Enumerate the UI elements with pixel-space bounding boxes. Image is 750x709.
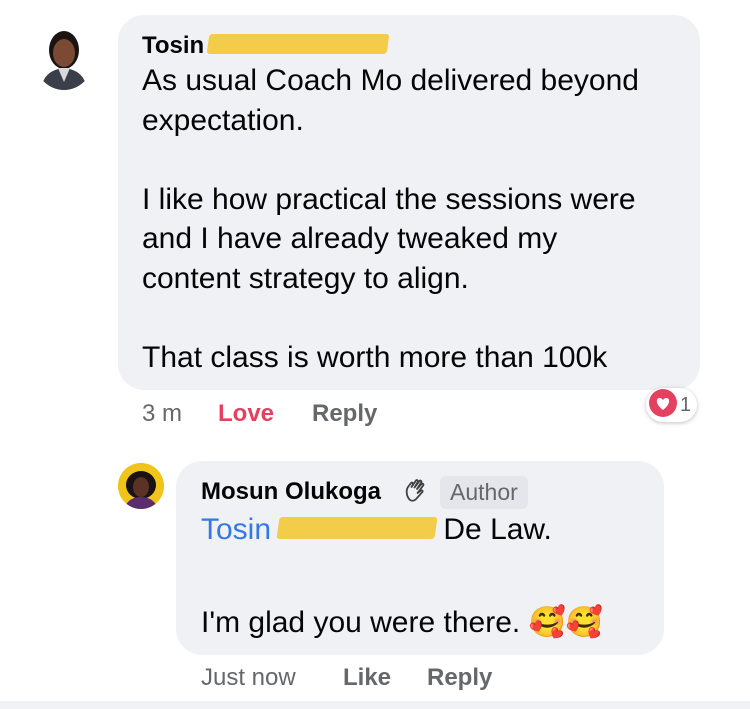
comment-text: As usual Coach Mo delivered beyond expec… [142, 64, 639, 374]
reply-author-name[interactable]: Mosun Olukoga [201, 478, 381, 506]
reaction-badge[interactable]: 1 [646, 388, 698, 422]
like-button[interactable]: Like [343, 664, 391, 692]
redacted-mention-surname [276, 517, 438, 539]
reply-reply-button[interactable]: Reply [427, 664, 492, 692]
reply-text: I'm glad you were there. 🥰🥰 [201, 606, 604, 639]
bottom-divider [0, 701, 750, 709]
love-button[interactable]: Love [218, 400, 274, 428]
commenter-avatar[interactable] [33, 20, 95, 90]
mention-suffix: De Law. [435, 513, 552, 546]
redacted-surname [206, 34, 390, 54]
wave-icon [402, 476, 430, 509]
comment-timestamp[interactable]: 3 m [142, 400, 182, 428]
reply-button[interactable]: Reply [312, 400, 377, 428]
reply-author-avatar[interactable] [118, 463, 164, 509]
smiling-hearts-emoji: 🥰🥰 [528, 606, 604, 639]
comment-author-name[interactable]: Tosin [142, 32, 204, 60]
author-badge: Author [440, 476, 528, 509]
reply-timestamp[interactable]: Just now [201, 664, 296, 692]
mentioned-user[interactable]: Tosin [201, 513, 271, 546]
reaction-count: 1 [680, 393, 692, 416]
heart-icon [649, 388, 677, 422]
